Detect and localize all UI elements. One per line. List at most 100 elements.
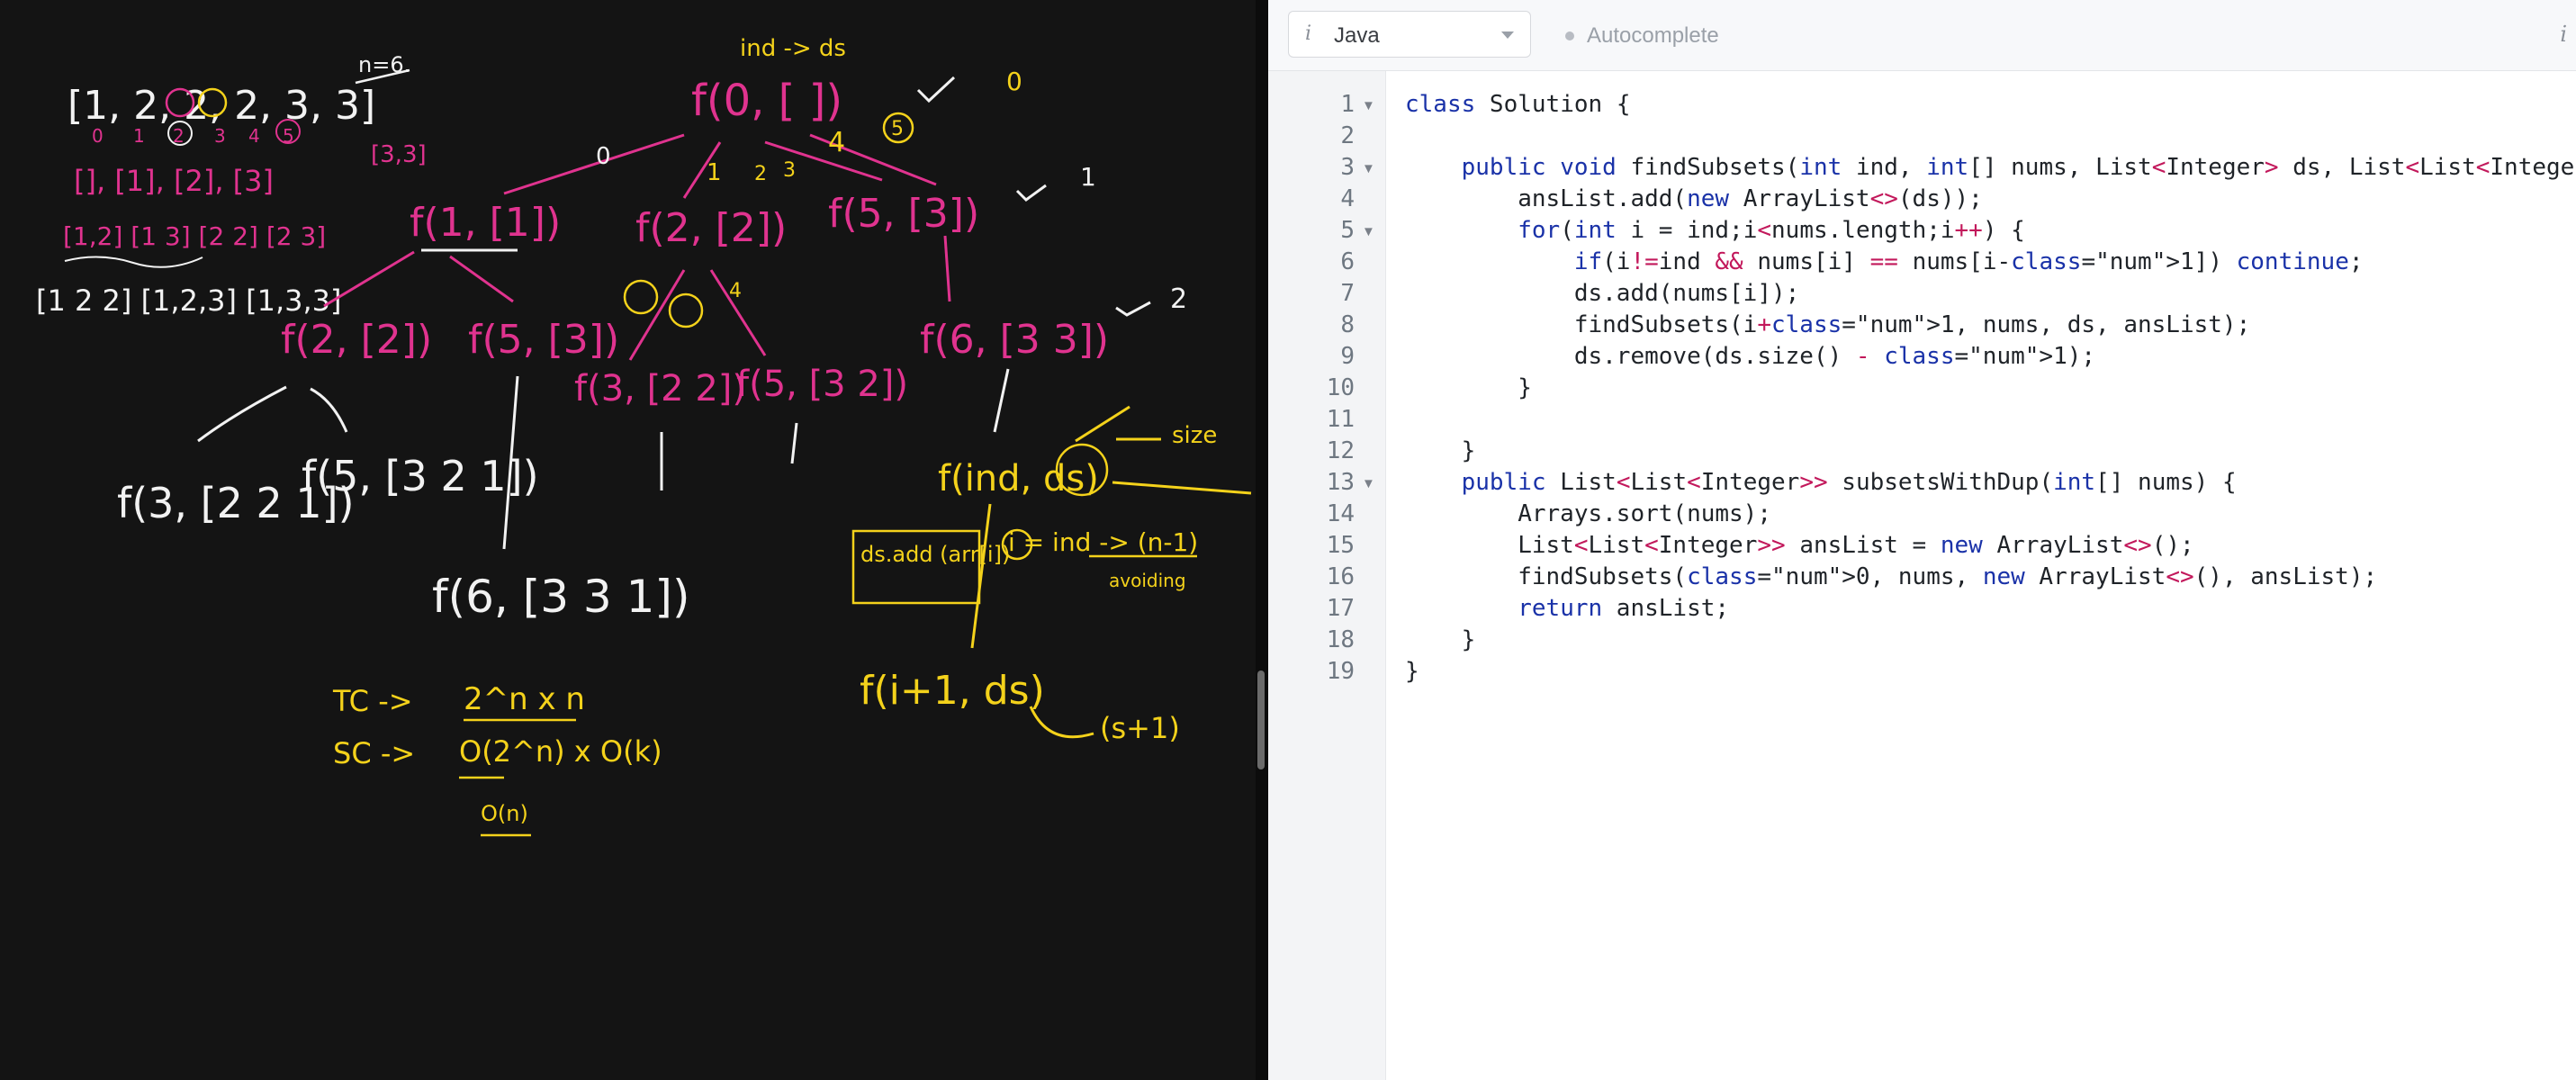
- line-number: 19: [1326, 658, 1355, 685]
- line-number: 2: [1340, 122, 1355, 149]
- edge-label-1: 1: [707, 159, 722, 186]
- edge-label-2: 2: [754, 163, 767, 185]
- edge-label-4b: 4: [729, 280, 742, 302]
- call-f6a: f(6, [3 3]): [920, 317, 1109, 363]
- line-number: 9: [1340, 343, 1355, 370]
- index-1: 1: [133, 125, 145, 147]
- line-number: 15: [1326, 532, 1355, 559]
- language-label: Java: [1334, 23, 1380, 48]
- line-number: 5: [1340, 217, 1355, 244]
- circled-5-label: 5: [891, 118, 904, 140]
- next-call: f(i+1, ds): [860, 668, 1045, 714]
- n-label: n=6.: [358, 52, 410, 77]
- whiteboard-drawing: [1, 2, 2, 2, 3, 3] n=6. 0 1 2 3 4 5 [], …: [36, 35, 1252, 837]
- language-select[interactable]: i Java: [1288, 11, 1531, 58]
- subset-list-3: [1 2 2] [1,2,3] [1,3,3]: [36, 284, 342, 318]
- call-f2a: f(2, [2]): [281, 317, 432, 363]
- call-f5d: f(5, [3 2 1]): [302, 452, 539, 500]
- line-number: 16: [1326, 563, 1355, 590]
- code-editor[interactable]: i Java Autocomplete i 1 2 3 4 5 6 7 8 9 …: [1268, 0, 2576, 1080]
- autocomplete-toggle[interactable]: Autocomplete: [1565, 23, 1719, 48]
- call-f5a: f(5, [3]): [468, 317, 619, 363]
- index-4: 4: [248, 125, 260, 147]
- avoiding-label: avoiding: [1109, 570, 1186, 591]
- code-line: ds.remove(ds.size() - class="num">1);: [1405, 343, 2096, 370]
- circled-x: [668, 292, 704, 328]
- tc-label: TC ->: [332, 684, 413, 718]
- code-line: public List<List<Integer>> subsetsWithDu…: [1461, 469, 2237, 496]
- line-number: 7: [1340, 280, 1355, 307]
- line-number: 11: [1326, 406, 1355, 433]
- line-number: 12: [1326, 437, 1355, 464]
- tc-value: 2^n x n: [464, 681, 585, 717]
- sc-label: SC ->: [333, 736, 415, 770]
- call-f3a: f(3, [2 2]): [574, 368, 746, 410]
- line-number: 6: [1340, 248, 1355, 275]
- count-label-1: 1: [1080, 162, 1096, 192]
- ind-ds-label: ind -> ds: [740, 35, 846, 62]
- fold-chevron-icon[interactable]: ▼: [1362, 98, 1375, 113]
- subset-list-1: [], [1], [2], [3]: [74, 164, 274, 198]
- whiteboard-canvas[interactable]: [1, 2, 2, 2, 3, 3] n=6. 0 1 2 3 4 5 [], …: [0, 0, 1256, 1080]
- editor-toolbar: i Java Autocomplete i: [1268, 0, 2576, 71]
- small-bracket: [3,3]: [371, 141, 427, 168]
- info-icon: i: [1305, 22, 1312, 45]
- status-dot-icon: [1565, 32, 1574, 40]
- line-number: 8: [1340, 311, 1355, 338]
- formula: i = ind -> (n-1): [1008, 527, 1198, 557]
- root-call: f(0, [ ]): [691, 76, 842, 126]
- code-line: public void findSubsets(int ind, int[] n…: [1461, 154, 2576, 181]
- fold-chevron-icon[interactable]: ▼: [1362, 161, 1375, 176]
- subset-list-2: [1,2] [1 3] [2 2] [2 3]: [63, 221, 326, 251]
- line-number: 14: [1326, 500, 1355, 527]
- scribble-underline: [64, 256, 203, 268]
- on-label: O(n): [481, 801, 528, 826]
- code-line: ds.add(nums[i]);: [1405, 280, 1800, 307]
- edge-label-4: 4: [828, 127, 845, 158]
- autocomplete-label: Autocomplete: [1587, 23, 1719, 48]
- code-line: }: [1405, 626, 1476, 653]
- code-line: findSubsets(i+class="num">1, nums, ds, a…: [1405, 311, 2251, 338]
- count-label-2: 2: [1170, 284, 1187, 315]
- code-line: class Solution {: [1405, 91, 1631, 118]
- line-number: 4: [1340, 185, 1355, 212]
- code-line: ansList.add(new ArrayList<>(ds));: [1405, 185, 1983, 212]
- index-0: 0: [92, 125, 104, 147]
- index-3: 3: [214, 125, 226, 147]
- line-number: 18: [1326, 626, 1355, 653]
- code-line: for(int i = ind;i<nums.length;i++) {: [1518, 217, 2025, 244]
- call-f1: f(1, [1]): [410, 200, 561, 246]
- pane-splitter[interactable]: [1256, 0, 1268, 1080]
- circled-2: [623, 279, 659, 315]
- call-f6b: f(6, [3 3 1]): [432, 571, 689, 623]
- line-number: 10: [1326, 374, 1355, 401]
- fold-chevron-icon[interactable]: ▼: [1362, 476, 1375, 491]
- code-line: }: [1405, 658, 1419, 685]
- code-line: List<List<Integer>> ansList = new ArrayL…: [1405, 532, 2194, 559]
- chevron-down-icon: [1501, 32, 1514, 39]
- ds-add-label: ds.add (arr[i]): [860, 542, 1010, 567]
- count-label-0: 0: [1006, 67, 1022, 96]
- line-number: 17: [1326, 595, 1355, 622]
- call-f2b: f(2, [2]): [635, 205, 787, 251]
- code-line: findSubsets(class="num">0, nums, new Arr…: [1405, 563, 2378, 590]
- splitter-grip[interactable]: [1257, 670, 1265, 770]
- code-line: return ansList;: [1518, 595, 1730, 622]
- code-line: }: [1405, 437, 1476, 464]
- line-number: 3: [1340, 154, 1355, 181]
- edge-label-3: 3: [783, 159, 796, 182]
- code-line: if(i!=ind && nums[i] == nums[i-class="nu…: [1573, 248, 2364, 275]
- input-array: [1, 2, 2, 2, 3, 3]: [68, 83, 375, 129]
- call-f5b: f(5, [3]): [828, 191, 979, 237]
- edge-label-0: 0: [596, 143, 611, 170]
- sc-value: O(2^n) x O(k): [459, 734, 662, 769]
- code-line: Arrays.sort(nums);: [1405, 500, 1771, 527]
- size-label: size: [1172, 422, 1217, 449]
- s-plus-one: (s+1): [1100, 711, 1180, 745]
- fold-chevron-icon[interactable]: ▼: [1362, 224, 1375, 239]
- info-icon[interactable]: i: [2560, 22, 2567, 47]
- code-line: }: [1405, 374, 1532, 401]
- line-number-gutter: 1 2 3 4 5 6 7 8 9 10 11 12 13 14 15 16 1…: [1268, 71, 1386, 1080]
- line-number: 1: [1340, 91, 1355, 118]
- call-f5c: f(5, [3 2]): [736, 364, 908, 405]
